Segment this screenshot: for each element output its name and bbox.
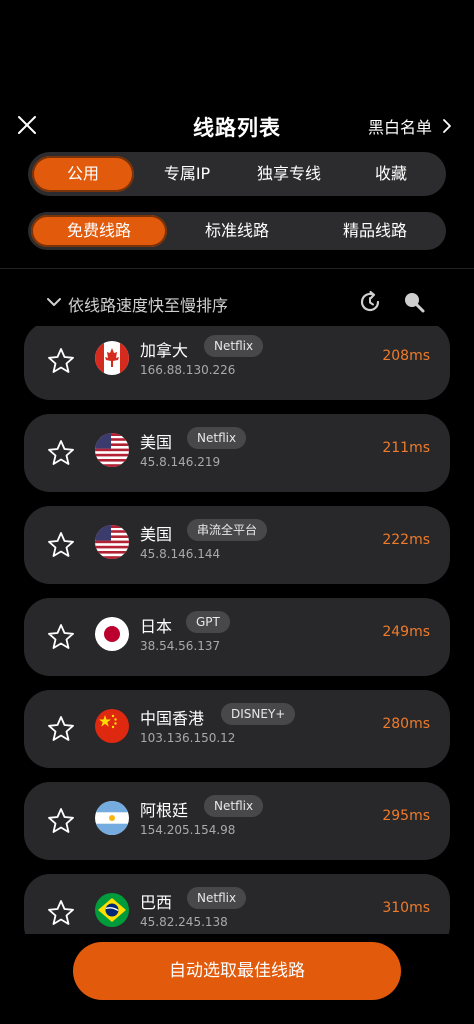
usa-flag-icon: [95, 433, 129, 467]
server-row[interactable]: 加拿大 Netflix 166.88.130.226 208ms: [24, 326, 450, 400]
service-badge: Netflix: [187, 427, 247, 449]
latency-value: 208ms: [382, 348, 430, 364]
star-outline-icon[interactable]: [46, 806, 76, 836]
usa-flag-icon: [95, 525, 129, 559]
blacklist-whitelist-button[interactable]: 黑白名单: [368, 114, 454, 138]
sort-label[interactable]: 依线路速度快至慢排序: [68, 292, 228, 316]
star-outline-icon[interactable]: [46, 714, 76, 744]
server-name: 中国香港: [140, 709, 205, 728]
china-flag-icon: [95, 709, 129, 743]
latency-value: 222ms: [382, 532, 430, 548]
server-row[interactable]: 阿根廷 Netflix 154.205.154.98 295ms: [24, 782, 450, 860]
header-bar: 线路列表 黑白名单: [0, 106, 474, 146]
star-outline-icon[interactable]: [46, 622, 76, 652]
tab-dedicated-ip[interactable]: 专属IP: [136, 156, 238, 192]
latency-value: 280ms: [382, 716, 430, 732]
server-name: 巴西: [140, 893, 173, 912]
argentina-flag-icon: [95, 801, 129, 835]
sort-bar: 依线路速度快至慢排序: [46, 288, 426, 318]
server-ip: 45.8.146.219: [140, 455, 221, 469]
star-outline-icon[interactable]: [46, 530, 76, 560]
service-badge: Netflix: [204, 795, 264, 817]
service-badge: Netflix: [204, 335, 264, 357]
star-outline-icon[interactable]: [46, 898, 76, 928]
server-name: 美国: [140, 525, 173, 544]
server-name: 阿根廷: [140, 801, 189, 820]
brazil-flag-icon: [95, 893, 129, 927]
server-name: 日本: [140, 617, 173, 636]
server-name: 美国: [140, 433, 173, 452]
latency-value: 211ms: [382, 440, 430, 456]
server-list: 加拿大 Netflix 166.88.130.226 208ms 美国 Netf…: [24, 326, 450, 934]
server-row[interactable]: 美国 串流全平台 45.8.146.144 222ms: [24, 506, 450, 584]
server-ip: 38.54.56.137: [140, 639, 221, 653]
primary-tabs: 公用 专属IP 独享专线 收藏: [28, 152, 446, 196]
tab-favorites[interactable]: 收藏: [340, 156, 442, 192]
server-row[interactable]: 美国 Netflix 45.8.146.219 211ms: [24, 414, 450, 492]
star-outline-icon[interactable]: [46, 346, 76, 376]
tab-premium-lines[interactable]: 精品线路: [307, 215, 443, 247]
chevron-right-icon: [443, 119, 451, 133]
server-ip: 154.205.154.98: [140, 823, 236, 837]
divider: [0, 268, 474, 269]
blacklist-whitelist-label: 黑白名单: [367, 118, 432, 137]
service-badge: DISNEY+: [221, 703, 296, 725]
japan-flag-icon: [95, 617, 129, 651]
tab-public[interactable]: 公用: [32, 156, 134, 192]
latency-value: 295ms: [382, 808, 430, 824]
chevron-down-icon[interactable]: [46, 296, 62, 308]
canada-flag-icon: [95, 341, 129, 375]
service-badge: GPT: [186, 611, 230, 633]
server-row[interactable]: 巴西 Netflix 45.82.245.138 310ms: [24, 874, 450, 934]
tab-standard-lines[interactable]: 标准线路: [169, 215, 305, 247]
refresh-icon[interactable]: [356, 288, 384, 316]
server-ip: 45.82.245.138: [140, 915, 228, 929]
star-outline-icon[interactable]: [46, 438, 76, 468]
tab-exclusive-line[interactable]: 独享专线: [238, 156, 340, 192]
auto-select-best-line-button[interactable]: 自动选取最佳线路: [73, 942, 401, 1000]
latency-value: 249ms: [382, 624, 430, 640]
server-ip: 103.136.150.12: [140, 731, 236, 745]
server-row[interactable]: 中国香港 DISNEY+ 103.136.150.12 280ms: [24, 690, 450, 768]
latency-value: 310ms: [382, 900, 430, 916]
service-badge: 串流全平台: [187, 519, 268, 541]
server-ip: 45.8.146.144: [140, 547, 221, 561]
server-row[interactable]: 日本 GPT 38.54.56.137 249ms: [24, 598, 450, 676]
tab-free-lines[interactable]: 免费线路: [31, 215, 167, 247]
server-name: 加拿大: [140, 341, 189, 360]
search-icon[interactable]: [402, 290, 426, 314]
server-ip: 166.88.130.226: [140, 363, 236, 377]
service-badge: Netflix: [187, 887, 247, 909]
secondary-tabs: 免费线路 标准线路 精品线路: [28, 212, 446, 250]
